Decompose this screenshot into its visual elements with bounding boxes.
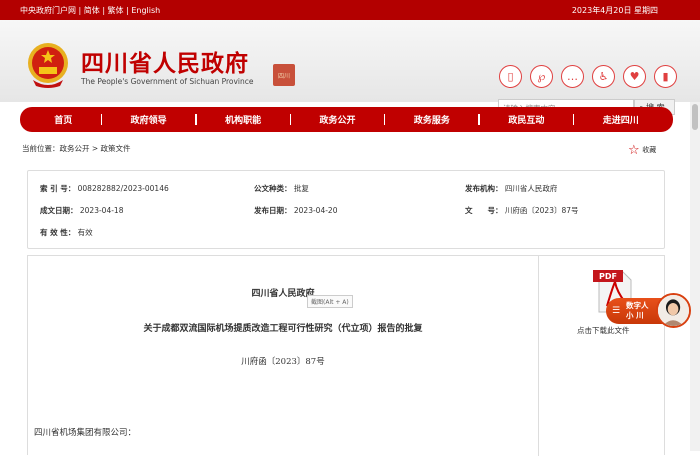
- date-text: 2023年4月20日 星期四: [571, 6, 658, 15]
- nav-about-sichuan[interactable]: 走进四川: [603, 113, 639, 126]
- written-date-value: 2023-04-18: [79, 206, 124, 215]
- favorite-button[interactable]: ☆ 收藏: [628, 141, 657, 158]
- scrollbar[interactable]: [690, 102, 700, 451]
- validity-value: 有效: [77, 228, 93, 237]
- document-addressee: 四川省机场集团有限公司：: [34, 428, 137, 438]
- elderly-care-icon[interactable]: ♥: [623, 65, 646, 88]
- type-label: 公文种类：: [254, 184, 292, 193]
- nav-home[interactable]: 首页: [54, 113, 72, 126]
- document-title: 关于成都双流国际机场提质改造工程可行性研究（代立项）报告的批复: [143, 324, 423, 334]
- publish-date-value: 2023-04-20: [293, 206, 338, 215]
- document-info-box: 索 引 号： 008282882/2023-00146 公文种类： 批复 发布机…: [27, 170, 665, 249]
- document-issuer: 四川省人民政府: [251, 289, 315, 299]
- nav-public-affairs[interactable]: 政务公开: [319, 113, 355, 126]
- breadcrumb[interactable]: 当前位置：政务公开 > 政策文件: [22, 143, 131, 154]
- top-bar: 中央政府门户网 | 简体 | 繁体 | English 2023年4月20日 星…: [0, 0, 700, 20]
- publish-date-label: 发布日期：: [254, 206, 292, 215]
- service-icons: ▯ ℘ … ♿ ♥ ▮: [499, 65, 677, 88]
- doc-number-value: 川府函〔2023〕87号: [504, 206, 579, 215]
- menu-icon: ☰: [612, 306, 621, 316]
- assistant-avatar[interactable]: [656, 293, 691, 328]
- mobile-icon[interactable]: ▯: [499, 65, 522, 88]
- index-label: 索 引 号：: [40, 184, 76, 193]
- document-body: 四川省人民政府 截图(Alt + A) 关于成都双流国际机场提质改造工程可行性研…: [27, 255, 666, 456]
- message-icon[interactable]: …: [561, 65, 584, 88]
- index-value: 008282882/2023-00146: [77, 184, 169, 193]
- type-value: 批复: [293, 184, 309, 193]
- doc-number-label: 文 号：: [465, 206, 503, 215]
- header: 四川省人民政府 The People's Government of Sichu…: [0, 20, 700, 115]
- national-emblem-icon: [28, 43, 68, 88]
- site-subtitle: The People's Government of Sichuan Provi…: [81, 77, 254, 86]
- accessibility-icon[interactable]: ♿: [592, 65, 615, 88]
- org-label: 发布机构：: [465, 184, 503, 193]
- nav-services[interactable]: 政务服务: [414, 113, 450, 126]
- pdf-label: PDF: [599, 272, 617, 281]
- document-number: 川府函〔2023〕87号: [241, 357, 325, 367]
- nav-leaders[interactable]: 政府领导: [131, 113, 167, 126]
- validity-label: 有 效 性：: [40, 228, 76, 237]
- screenshot-tooltip: 截图(Alt + A): [307, 295, 353, 308]
- favorite-label: 收藏: [642, 146, 657, 154]
- nav-functions[interactable]: 机构职能: [225, 113, 261, 126]
- weibo-icon[interactable]: ℘: [530, 65, 553, 88]
- site-title[interactable]: 四川省人民政府: [81, 44, 249, 78]
- digital-assistant-widget[interactable]: ☰ 数字人小 川: [606, 293, 691, 329]
- nav-interaction[interactable]: 政民互动: [508, 113, 544, 126]
- star-icon: ☆: [628, 143, 640, 158]
- exit-door-icon[interactable]: ▮: [654, 65, 677, 88]
- scrollbar-thumb[interactable]: [692, 104, 698, 130]
- main-nav: 首页 政府领导 机构职能 政务公开 政务服务 政民互动 走进四川: [20, 107, 673, 132]
- download-panel: PDF 点击下载此文件: [538, 256, 666, 456]
- written-date-label: 成文日期：: [40, 206, 78, 215]
- org-value: 四川省人民政府: [504, 184, 558, 193]
- seal-logo: 四川: [273, 64, 295, 86]
- top-links[interactable]: 中央政府门户网 | 简体 | 繁体 | English: [20, 5, 160, 16]
